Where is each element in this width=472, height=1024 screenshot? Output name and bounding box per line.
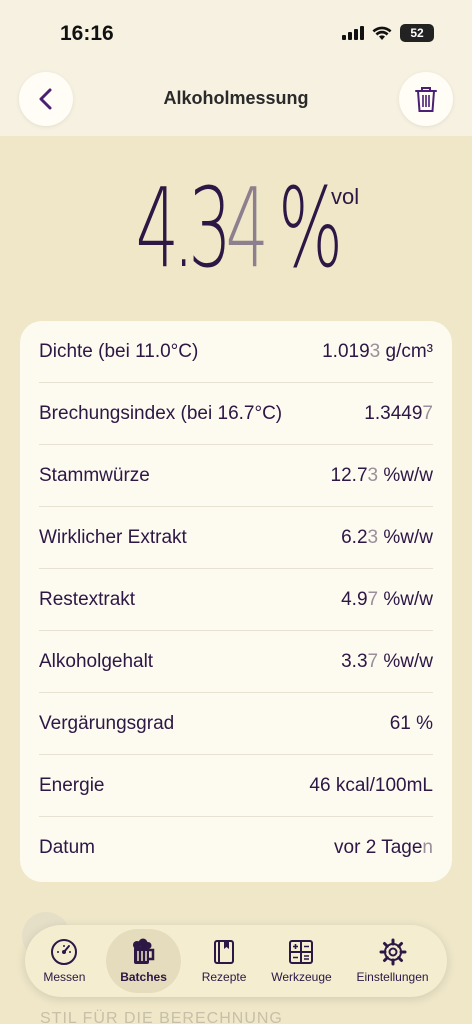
tab-label: Batches — [120, 970, 167, 984]
section-heading: STIL FÜR DIE BERECHNUNG — [40, 1010, 283, 1024]
table-row: Stammwürze 12.73 %w/w — [39, 445, 433, 507]
table-row: Datum vor 2 Tagen — [39, 817, 433, 879]
beer-mug-icon — [132, 938, 154, 964]
tab-label: Werkzeuge — [271, 970, 332, 984]
alcohol-result: 4.34 % vol — [0, 168, 472, 298]
table-row: Dichte (bei 11.0°C) 1.0193 g/cm³ — [39, 321, 433, 383]
tab-bar: Messen Batches Rezepte Werkzeuge Einstel… — [25, 925, 447, 997]
row-label: Dichte (bei 11.0°C) — [39, 340, 199, 362]
table-row: Wirklicher Extrakt 6.23 %w/w — [39, 507, 433, 569]
row-value: 12.73 %w/w — [330, 464, 433, 486]
row-value: vor 2 Tagen — [334, 837, 433, 858]
table-row: Energie 46 kcal/100mL — [39, 755, 433, 817]
battery-icon: 52 — [400, 24, 434, 42]
row-value: 46 kcal/100mL — [309, 774, 433, 796]
book-icon — [214, 940, 235, 964]
wifi-icon — [372, 26, 392, 40]
row-label: Stammwürze — [39, 464, 150, 486]
trash-icon — [415, 87, 437, 112]
tab-label: Messen — [43, 970, 86, 984]
row-value: 1.34497 — [364, 402, 433, 424]
status-icons: 52 — [342, 24, 434, 42]
tab-messen[interactable]: Messen — [39, 929, 89, 993]
calculator-icon — [289, 940, 314, 964]
delete-button[interactable] — [399, 72, 453, 126]
gauge-icon — [51, 939, 78, 965]
gear-icon — [379, 938, 407, 966]
table-row: Brechungsindex (bei 16.7°C) 1.34497 — [39, 383, 433, 445]
table-row: Alkoholgehalt 3.37 %w/w — [39, 631, 433, 693]
nav-header: Alkoholmessung — [0, 70, 472, 136]
row-label: Restextrakt — [39, 588, 136, 610]
tab-werkzeuge[interactable]: Werkzeuge — [267, 929, 335, 993]
tab-label: Einstellungen — [356, 970, 429, 984]
table-row: Restextrakt 4.97 %w/w — [39, 569, 433, 631]
row-value: 3.37 %w/w — [341, 650, 433, 672]
tab-einstellungen[interactable]: Einstellungen — [352, 929, 432, 993]
row-value: 4.97 %w/w — [341, 588, 433, 610]
row-label: Wirklicher Extrakt — [39, 526, 187, 548]
row-label: Brechungsindex (bei 16.7°C) — [39, 402, 283, 424]
signal-icon — [342, 26, 364, 40]
tab-label: Rezepte — [201, 970, 247, 984]
row-label: Energie — [39, 774, 105, 796]
row-value: 6.23 %w/w — [341, 526, 433, 548]
row-value: 61 % — [389, 712, 433, 734]
alcohol-value: 4.34 % — [135, 164, 342, 292]
row-value: 1.0193 g/cm³ — [322, 340, 433, 362]
tab-batches[interactable]: Batches — [106, 929, 181, 993]
measurement-card: Dichte (bei 11.0°C) 1.0193 g/cm³ Brechun… — [20, 321, 452, 882]
row-label: Vergärungsgrad — [39, 712, 175, 734]
row-label: Datum — [39, 837, 95, 858]
alcohol-unit: vol — [331, 184, 360, 209]
status-time: 16:16 — [60, 22, 114, 45]
tab-rezepte[interactable]: Rezepte — [198, 929, 251, 993]
row-label: Alkoholgehalt — [39, 650, 154, 672]
status-bar: 16:16 52 — [0, 0, 472, 70]
table-row: Vergärungsgrad 61 % — [39, 693, 433, 755]
